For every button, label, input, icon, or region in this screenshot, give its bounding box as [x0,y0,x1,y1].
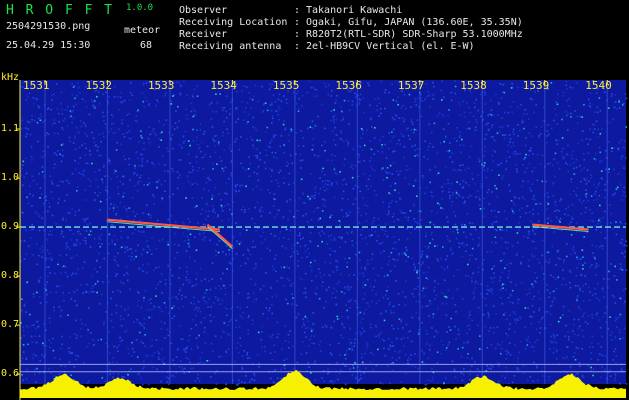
info-value-receiver: R820T2(RTL-SDR) SDR-Sharp 53.1000MHz [306,29,523,40]
x-tick-label: 1539 [522,79,550,92]
x-tick-label: 1532 [85,79,112,92]
info-sep: : [294,17,301,28]
info-label-observer: Observer [179,5,228,16]
timestamp: 25.04.29 15:30 [6,40,91,51]
info-sep: : [294,29,301,40]
info-sep: : [294,41,301,52]
filename: 2504291530.png [6,21,91,32]
info-sep: : [294,5,301,16]
x-tick-label: 1531 [22,79,50,92]
x-tick-label: 1537 [397,79,425,92]
info-value-location: Ogaki, Gifu, JAPAN (136.60E, 35.35N) [306,17,523,28]
y-tick-label: 1.1 [1,123,20,135]
app-title: H R O F F T [6,3,115,18]
y-tick-label: 1.0 [1,172,20,184]
x-tick-label: 1538 [460,79,487,92]
y-tick-label: 0.6 [1,368,20,380]
info-label-receiver: Receiver [179,29,228,40]
noise-field [20,80,626,384]
info-label-antenna: Receiving antenna [179,41,282,52]
y-tick-label: 0.8 [1,270,20,282]
count-label: meteor [124,25,161,36]
info-value-antenna: 2el-HB9CV Vertical (el. E-W) [306,41,475,52]
x-tick-label: 1534 [210,79,237,92]
x-tick-label: 1535 [272,79,300,92]
info-label-location: Receiving Location [179,17,288,28]
y-tick-label: 0.9 [1,221,20,233]
header-panel: H R O F F T 1.0.0 2504291530.png meteor … [0,0,629,78]
x-tick-label: 1533 [147,79,175,92]
count-value: 68 [140,40,153,51]
y-tick-label: 0.7 [1,319,20,331]
x-tick-label: 1540 [585,79,612,92]
spectrogram-plot [16,80,628,400]
x-tick-label: 1536 [335,79,362,92]
info-value-observer: Takanori Kawachi [306,5,403,16]
app-version: 1.0.0 [126,3,154,13]
